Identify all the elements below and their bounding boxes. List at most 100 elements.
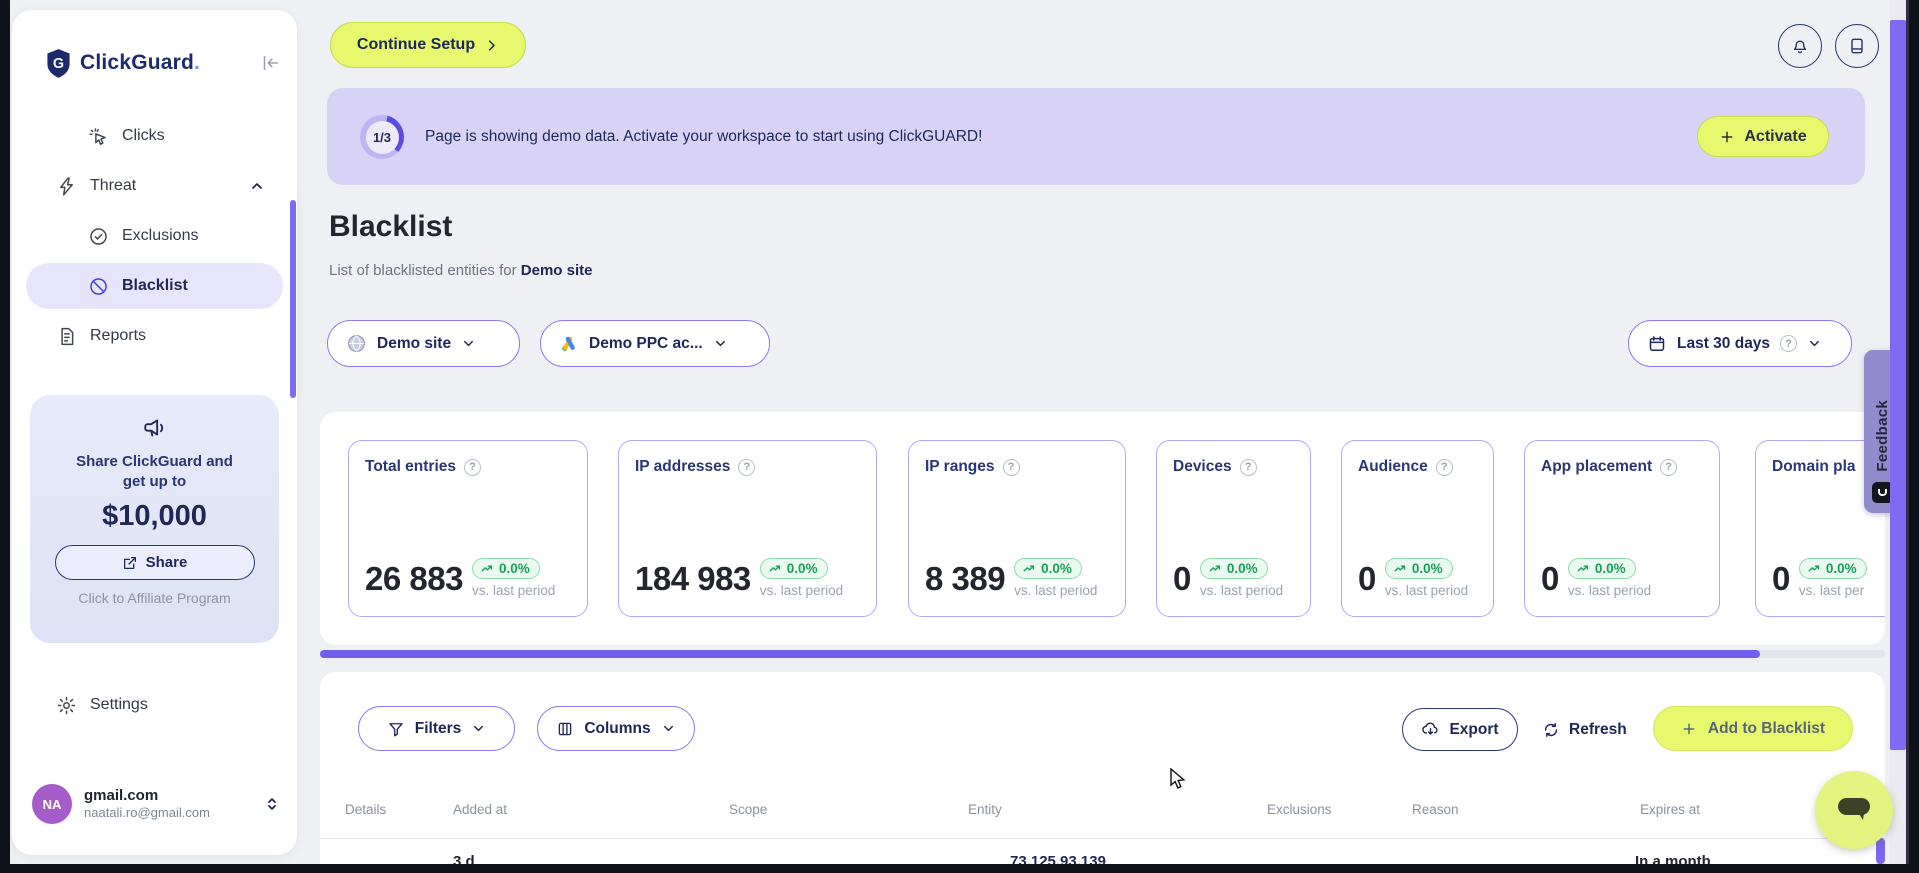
help-icon[interactable]: ? (738, 458, 756, 476)
trend-up-icon (1808, 564, 1819, 571)
stat-card-subtext: vs. last per (1798, 583, 1865, 598)
chevron-right-icon (488, 39, 495, 51)
trend-up-icon (769, 564, 780, 571)
chevron-updown-icon (268, 798, 276, 810)
stat-card-value: 8 389 (925, 559, 1006, 597)
column-header-added-at: Added at (453, 802, 508, 817)
gear-icon (56, 695, 77, 716)
stat-card-ip-addresses: IP addresses? 184 983 0.0% vs. last period (618, 440, 877, 617)
stat-card-value: 0 (1541, 559, 1559, 597)
trend-up-icon (1209, 564, 1220, 571)
share-button[interactable]: Share (54, 545, 255, 580)
chevron-down-icon (464, 340, 474, 347)
row-added-at: 3 d (453, 853, 475, 864)
columns-button[interactable]: Columns (537, 706, 695, 751)
column-header-expires-at: Expires at (1640, 802, 1701, 817)
sidebar-item-blacklist[interactable]: Blacklist (26, 263, 283, 309)
page-scrollbar-thumb[interactable] (1890, 20, 1906, 750)
table-scrollbar-thumb[interactable] (1876, 838, 1885, 864)
sidebar-scrollbar-thumb[interactable] (290, 200, 296, 398)
horizontal-scrollbar-thumb[interactable] (320, 650, 1760, 658)
blacklist-table-panel: Filters Columns Export Refresh Add to Bl… (320, 672, 1885, 864)
setup-progress-step: 1/3 (365, 120, 399, 154)
sidebar-item-threat[interactable]: Threat (26, 163, 283, 209)
plus-icon (1721, 131, 1733, 142)
banner-message: Page is showing demo data. Activate your… (425, 127, 983, 145)
stat-card-label: Devices (1173, 458, 1232, 475)
date-range-selector[interactable]: Last 30 days ? (1628, 320, 1852, 367)
trend-up-icon (481, 564, 493, 571)
trend-up-icon (1023, 564, 1035, 571)
site-selector[interactable]: Demo site (327, 320, 520, 367)
refresh-button[interactable]: Refresh (1542, 708, 1627, 751)
column-header-scope: Scope (729, 802, 768, 817)
stat-card-subtext: vs. last period (1567, 583, 1652, 598)
stat-card-label: Total entries (365, 458, 457, 475)
sidebar-item-reports[interactable]: Reports (26, 313, 283, 359)
horizontal-scrollbar-track[interactable] (320, 650, 1885, 658)
trend-badge: 0.0% (1014, 558, 1082, 579)
sidebar: G ClickGuard. Clicks Threat Exclusions Blac… (12, 10, 297, 855)
workspace-switcher[interactable]: NA gmail.com naatali.ro@gmail.com (32, 778, 281, 830)
notifications-button[interactable] (1778, 24, 1822, 68)
clickguard-logo-icon: G (47, 48, 70, 78)
activate-button[interactable]: Activate (1697, 116, 1829, 157)
stat-card-label: Domain pla (1772, 458, 1856, 475)
sidebar-item-label: Reports (90, 327, 147, 344)
ppc-account-selector[interactable]: Demo PPC ac... (540, 320, 770, 367)
plus-icon (1683, 723, 1695, 734)
globe-icon (348, 335, 365, 352)
stat-card-audience: Audience? 0 0.0% vs. last period (1341, 440, 1494, 617)
export-button[interactable]: Export (1402, 708, 1518, 751)
promo-text-line2: get up to (122, 473, 187, 490)
sidebar-item-settings[interactable]: Settings (26, 682, 283, 728)
help-icon[interactable]: ? (1239, 458, 1257, 476)
stat-card-subtext: vs. last period (1199, 583, 1284, 598)
table-header-divider (320, 838, 1885, 839)
settings-label: Settings (90, 696, 148, 713)
stat-card-subtext: vs. last period (1384, 583, 1469, 598)
setup-progress-ring: 1/3 (360, 115, 404, 159)
sidebar-item-exclusions[interactable]: Exclusions (26, 213, 283, 259)
trend-badge: 0.0% (1798, 558, 1867, 579)
sidebar-item-label: Clicks (122, 127, 165, 144)
stat-card-value: 26 883 (365, 559, 463, 597)
avatar: NA (32, 784, 72, 824)
stat-card-app-placement: App placement? 0 0.0% vs. last period (1524, 440, 1720, 617)
sidebar-collapse-icon[interactable] (259, 52, 281, 74)
sidebar-item-clicks[interactable]: Clicks (26, 113, 283, 159)
add-to-blacklist-button[interactable]: Add to Blacklist (1653, 706, 1853, 751)
stat-card-label: IP ranges (925, 458, 995, 475)
user-email: naatali.ro@gmail.com (84, 805, 210, 821)
column-header-entity: Entity (968, 802, 1002, 817)
help-icon[interactable]: ? (1002, 458, 1020, 476)
help-icon[interactable]: ? (1780, 335, 1798, 352)
trend-up-icon (1394, 564, 1405, 571)
brand-name: ClickGuard. (80, 51, 201, 74)
document-icon (56, 326, 77, 347)
filters-button[interactable]: Filters (358, 706, 515, 751)
badge-check-icon (88, 226, 109, 247)
help-icon[interactable]: ? (1660, 458, 1678, 476)
stat-card-label: App placement (1541, 458, 1653, 475)
stat-card-ip-ranges: IP ranges? 8 389 0.0% vs. last period (908, 440, 1126, 617)
trend-badge: 0.0% (1384, 558, 1453, 579)
trend-badge: 0.0% (1199, 558, 1268, 579)
book-icon (1851, 38, 1863, 54)
affiliate-promo-card[interactable]: Share ClickGuard and get up to $10,000 S… (30, 395, 279, 643)
external-link-icon (123, 556, 136, 569)
docs-button[interactable] (1835, 24, 1879, 68)
help-icon[interactable]: ? (1435, 458, 1453, 476)
page-subtitle: List of blacklisted entities for Demo si… (329, 262, 593, 279)
ban-icon (88, 276, 109, 297)
demo-data-banner: 1/3 Page is showing demo data. Activate … (327, 88, 1865, 185)
stats-panel: Total entries? 26 883 0.0% vs. last period I… (320, 412, 1885, 645)
stat-card-subtext: vs. last period (1014, 583, 1098, 598)
continue-setup-button[interactable]: Continue Setup (330, 22, 526, 68)
chevron-up-icon[interactable] (249, 178, 265, 194)
help-icon[interactable]: ? (464, 458, 482, 476)
chat-widget-button[interactable] (1815, 771, 1893, 849)
row-entity-link[interactable]: 73.125.93.139 (1010, 853, 1106, 864)
promo-amount: $10,000 (102, 500, 207, 532)
column-header-exclusions: Exclusions (1267, 802, 1332, 817)
